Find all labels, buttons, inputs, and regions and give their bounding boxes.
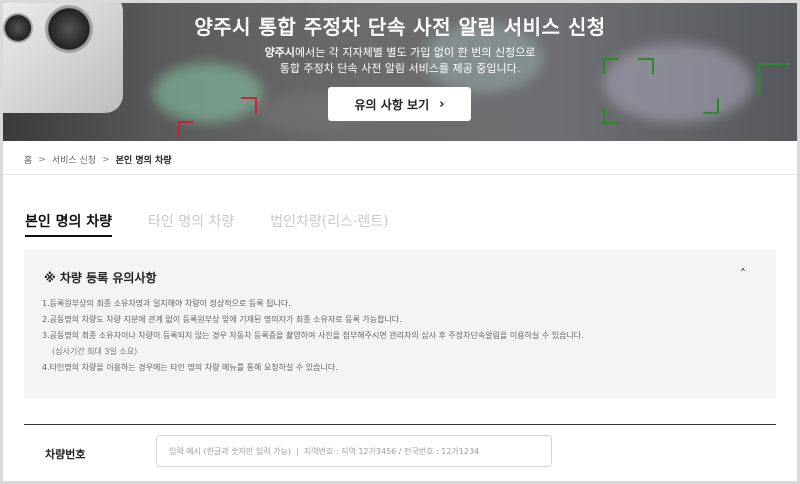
hero-banner: 양주시 통합 주정차 단속 사전 알림 서비스 신청 양주시에서는 각 지자체별… (3, 3, 797, 141)
notice-item: 2.공동명의 차량도 차량 지분에 관계 없이 등록원부상 앞에 기재된 명의자… (42, 315, 402, 324)
breadcrumb-service-apply[interactable]: 서비스 신청 (52, 153, 96, 166)
vehicle-number-label: 차량번호 (45, 448, 86, 461)
tab-own-vehicle[interactable]: 본인 명의 차량 (25, 211, 113, 237)
hero-title: 양주시 통합 주정차 단속 사전 알림 서비스 신청 (194, 15, 606, 39)
registration-notice-panel: ※ 차량 등록 유의사항 ˄ 1.등록원부상의 최종 소유자명과 일치해야 차량… (24, 249, 776, 399)
notice-item: 3.공동명의 최종 소유자이나 차량이 등록되지 않는 경우 자동차 등록증을 … (42, 331, 584, 340)
breadcrumb: 홈 > 서비스 신청 > 본인 명의 차량 (24, 153, 172, 167)
notice-title: ※ 차량 등록 유의사항 (44, 271, 157, 285)
chevron-up-icon[interactable]: ˄ (740, 267, 746, 281)
breadcrumb-divider (3, 174, 797, 175)
chevron-right-icon: › (439, 96, 445, 112)
notice-item-note: (심사기간 최대 3일 소요) (52, 347, 138, 356)
page-frame: 양주시 통합 주정차 단속 사전 알림 서비스 신청 양주시에서는 각 지자체별… (3, 3, 797, 481)
tab-corporate-vehicle[interactable]: 법인차량(리스·렌트) (270, 211, 388, 237)
notice-item: 1.등록원부상의 최종 소유자명과 일치해야 차량이 정상적으로 등록 됩니다. (42, 299, 291, 308)
breadcrumb-separator-icon: > (38, 154, 46, 165)
breadcrumb-separator-icon: > (102, 154, 110, 165)
breadcrumb-current: 본인 명의 차량 (115, 156, 172, 166)
breadcrumb-home[interactable]: 홈 (24, 153, 32, 166)
tab-other-owner-vehicle[interactable]: 타인 명의 차량 (148, 211, 234, 237)
vehicle-number-input[interactable] (156, 435, 552, 467)
hero-subtitle: 양주시에서는 각 지자체별 별도 가입 없이 한 번의 신청으로 통합 주정차 … (264, 46, 536, 75)
hero-city: 양주시 (264, 46, 295, 59)
view-notice-button[interactable]: 유의 사항 보기 › (328, 87, 471, 121)
notice-list: 1.등록원부상의 최종 소유자명과 일치해야 차량이 정상적으로 등록 됩니다.… (42, 296, 584, 376)
form-top-border (24, 424, 776, 425)
notice-item: 4.타인명의 차량을 이용하는 경우에는 타인 명의 차량 메뉴를 통해 요청하… (42, 363, 338, 372)
vehicle-type-tabs: 본인 명의 차량 타인 명의 차량 법인차량(리스·렌트) (25, 211, 389, 237)
